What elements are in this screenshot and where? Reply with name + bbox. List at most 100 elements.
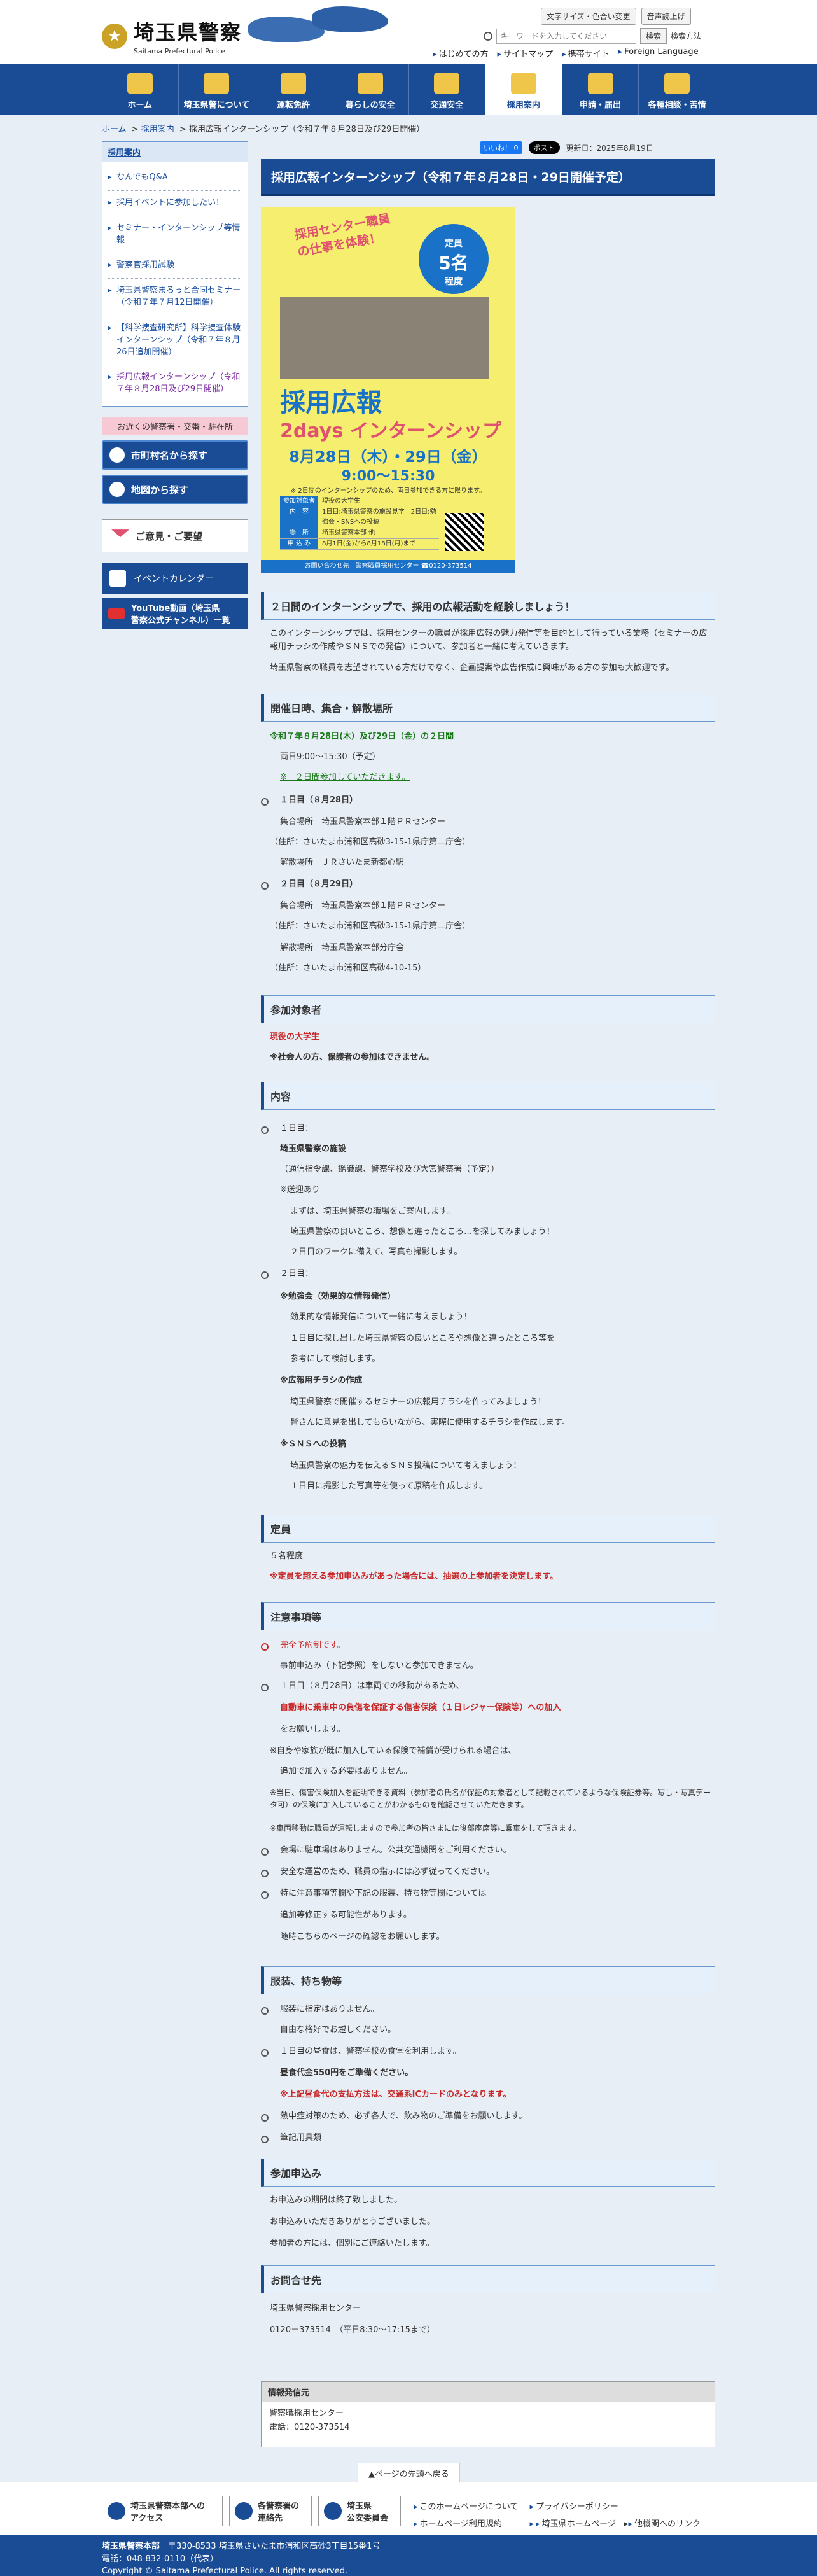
nav-item-safety[interactable]: 暮らしの安全 bbox=[332, 64, 409, 115]
document-icon bbox=[587, 73, 613, 94]
content-text: 埼玉県警察で開催するセミナーの広報用チラシを作ってみましょう！ bbox=[290, 1397, 547, 1407]
search-button[interactable]: 検索 bbox=[640, 28, 667, 44]
cap-icon bbox=[510, 73, 536, 94]
page-meta: いいね！ 0 ポスト 更新日：2025年8月19日 bbox=[480, 141, 653, 154]
breadcrumb-current: 採用広報インターンシップ（令和７年８月28日及び29日開催） bbox=[188, 125, 425, 134]
util-link-mobile[interactable]: 携帯サイト bbox=[562, 47, 610, 59]
util-link-first-time[interactable]: はじめての方 bbox=[433, 47, 489, 59]
footer-link[interactable]: ホームページ利用規約 bbox=[414, 2517, 519, 2529]
notice-text: 随時こちらのページの確認をお願いします。 bbox=[280, 1932, 445, 1942]
page-top-button[interactable]: ▲ページの先頭へ戻る bbox=[358, 2463, 460, 2484]
youtube-icon bbox=[108, 608, 125, 620]
voice-read-button[interactable]: 音声読上げ bbox=[641, 8, 691, 25]
mail-icon bbox=[111, 529, 129, 538]
x-post-button[interactable]: ポスト bbox=[528, 141, 560, 154]
sidebar-item[interactable]: 採用イベントに参加したい！ bbox=[108, 191, 242, 216]
home-icon bbox=[127, 73, 153, 94]
search-by-city-button[interactable]: 市町村名から探す bbox=[102, 440, 248, 470]
sidebar-item-current[interactable]: 採用広報インターンシップ（令和７年８月28日及び29日開催） bbox=[108, 365, 242, 402]
nav-item-traffic[interactable]: 交通安全 bbox=[409, 64, 486, 115]
content-text: ※送迎あり bbox=[280, 1185, 320, 1194]
event-calendar-button[interactable]: イベントカレンダー bbox=[102, 563, 248, 595]
sidebar-item[interactable]: なんでもQ&A bbox=[108, 165, 242, 191]
section-heading: 服装、持ち物等 bbox=[261, 1966, 715, 1994]
station-contact-button[interactable]: 各警察署の 連絡先 bbox=[229, 2496, 312, 2526]
section-heading: 注意事項等 bbox=[261, 1602, 715, 1630]
sidebar-heading[interactable]: 採用案内 bbox=[102, 142, 248, 162]
sidebar-item[interactable]: 【科学捜査研究所】科学捜査体験インターンシップ（令和７年８月26日追加開催） bbox=[108, 316, 242, 366]
logo-title: 埼玉県警察 bbox=[134, 20, 242, 45]
font-size-color-button[interactable]: 文字サイズ・色合い変更 bbox=[541, 8, 636, 25]
dress-text: 熱中症対策のため、必ず各人で、飲み物のご準備をお願いします。 bbox=[280, 2111, 527, 2121]
search-howto-link[interactable]: 検索方法 bbox=[671, 31, 701, 41]
phone-icon bbox=[235, 2502, 253, 2520]
util-link-foreign[interactable]: Foreign Language bbox=[618, 47, 698, 59]
emblem-icon bbox=[204, 73, 230, 94]
content-text: １日目に撮影した写真等を使って原稿を作成します。 bbox=[290, 1481, 488, 1491]
site-logo[interactable]: 埼玉県警察 Saitama Prefectural Police bbox=[102, 17, 242, 55]
updated-date: 更新日：2025年8月19日 bbox=[566, 143, 653, 153]
content-text: 埼玉県警察の施設 bbox=[280, 1144, 347, 1154]
notice-text: 特に注意事項等欄や下記の服装、持ち物等欄については bbox=[280, 1889, 487, 1898]
commission-button[interactable]: 埼玉県 公安委員会 bbox=[318, 2496, 401, 2526]
breadcrumb-home[interactable]: ホーム bbox=[102, 125, 127, 134]
notice-text: ※車両移動は職員が運転しますので参加者の皆さまには後部座席等に乗車をして頂きます… bbox=[270, 1824, 581, 1833]
helicopter-illustration bbox=[312, 6, 388, 32]
nav-item-home[interactable]: ホーム bbox=[102, 64, 179, 115]
sidebar-item[interactable]: セミナー・インターンシップ等情報 bbox=[108, 216, 242, 254]
content-text: 埼玉県警察の良いところ、想像と違ったところ…を探してみましょう！ bbox=[290, 1227, 555, 1236]
search-icon bbox=[484, 31, 492, 41]
util-link-sitemap[interactable]: サイトマップ bbox=[498, 47, 553, 59]
poster-subtitle: 2days インターンシップ bbox=[280, 420, 502, 442]
info-phone: 電話：0120-373514 bbox=[269, 2423, 350, 2433]
venue-text: 解散場所 ＪＲさいたま新都心駅 bbox=[280, 858, 404, 867]
sidebar-item[interactable]: 埼玉県警察まるっと合同セミナー（令和７年７月12日開催） bbox=[108, 279, 242, 316]
section-heading: 定員 bbox=[261, 1515, 715, 1543]
sidebar-item[interactable]: 警察官採用試験 bbox=[108, 253, 242, 279]
access-button[interactable]: 埼玉県警察本部への アクセス bbox=[102, 2496, 223, 2526]
phone-icon bbox=[664, 73, 690, 94]
footer-link[interactable]: このホームページについて bbox=[414, 2500, 519, 2512]
content-text: （通信指令課、鑑識課、警察学校及び大宮警察署（予定）） bbox=[280, 1165, 499, 1174]
poster-info-table: 参加対象者 現役の大学生 内 容 1日目:埼玉県警察の施設見学 2日目:勉強会・SN… bbox=[280, 496, 439, 550]
facebook-like-button[interactable]: いいね！ 0 bbox=[480, 141, 522, 154]
footer-link[interactable]: プライバシーポリシー bbox=[530, 2500, 701, 2512]
event-poster: 採用センター職員の仕事を体験！ 定員 5名 程度 採用広報 2days インターンシ… bbox=[261, 207, 515, 573]
poster-title: 採用広報 bbox=[280, 388, 382, 417]
search-by-map-button[interactable]: 地図から探す bbox=[102, 475, 248, 505]
search-input[interactable] bbox=[496, 28, 636, 44]
content-text: ２日目のワークに備えて、写真も撮影します。 bbox=[290, 1247, 463, 1257]
footer-link[interactable]: 埼玉県ホームページ ▸他機関へのリンク bbox=[530, 2517, 701, 2529]
sidebar: 採用案内 なんでもQ&A 採用イベントに参加したい！ セミナー・インターンシップ… bbox=[102, 141, 248, 629]
nearby-station-label: お近くの警察署・交番・駐在所 bbox=[102, 417, 248, 436]
content-text: １日目に探し出した埼玉県警察の良いところや想像と違ったところ等を bbox=[290, 1334, 555, 1343]
dress-text: 昼食代金550円をご準備ください。 bbox=[280, 2068, 414, 2078]
opinion-button[interactable]: ご意見・ご要望 bbox=[102, 519, 248, 553]
contact-phone: 0120－373514 （平日8:30〜17:15まで） bbox=[270, 2325, 435, 2335]
apply-text: お申込みいただきありがとうございました。 bbox=[270, 2217, 436, 2227]
day1-label: １日目： bbox=[280, 1124, 314, 1133]
day2-label: ２日目： bbox=[280, 1269, 314, 1278]
nav-item-consult[interactable]: 各種相談・苦情 bbox=[639, 64, 715, 115]
notice-text: 追加等修正する可能性があります。 bbox=[280, 1910, 412, 1920]
notice-text: をお願いします。 bbox=[280, 1725, 346, 1734]
content-text: ※広報用チラシの作成 bbox=[280, 1376, 363, 1385]
footer-org: 埼玉県警察本部 bbox=[102, 2542, 160, 2551]
info-source-box: 情報発信元 警察職採用センター 電話：0120-373514 bbox=[261, 2381, 715, 2447]
nav-item-license[interactable]: 運転免許 bbox=[255, 64, 332, 115]
page-title: 採用広報インターンシップ（令和７年８月28日・29日開催予定） bbox=[261, 159, 715, 196]
nav-item-recruit[interactable]: 採用案内 bbox=[485, 64, 562, 115]
youtube-list-button[interactable]: YouTube動画（埼玉県 警察公式チャンネル）一覧 bbox=[102, 598, 248, 629]
section-heading: 開催日時、集合・解散場所 bbox=[261, 694, 715, 722]
apply-text: 参加者の方には、個別にご連絡いたします。 bbox=[270, 2239, 435, 2248]
insurance-link[interactable]: 自動車に乗車中の負傷を保証する傷害保険（１日レジャー保険等）への加入 bbox=[280, 1702, 561, 1715]
nav-item-about[interactable]: 埼玉県警について bbox=[179, 64, 256, 115]
city-icon bbox=[109, 447, 125, 463]
car-icon bbox=[281, 73, 307, 94]
qr-code-icon bbox=[445, 513, 484, 551]
notice-text: 事前申込み（下記参照）をしないと参加できません。 bbox=[280, 1661, 478, 1670]
nav-item-application[interactable]: 申請・届出 bbox=[562, 64, 639, 115]
breadcrumb-recruit[interactable]: 採用案内 bbox=[141, 125, 174, 134]
logo-subtitle: Saitama Prefectural Police bbox=[134, 47, 225, 55]
venue-text: 解散場所 埼玉県警察本部分庁舎 bbox=[280, 943, 405, 953]
